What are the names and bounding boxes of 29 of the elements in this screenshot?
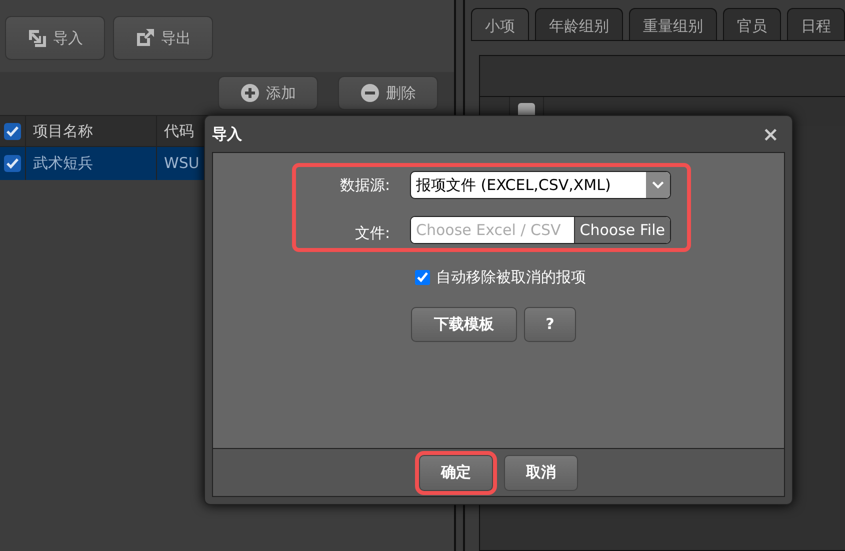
field-label: 数据源: bbox=[338, 174, 390, 196]
field-label: 文件: bbox=[354, 222, 390, 244]
tab[interactable]: 日程 bbox=[787, 8, 845, 40]
file-field[interactable]: Choose Excel / CSV Choose File bbox=[410, 216, 671, 244]
minus-circle-icon bbox=[360, 83, 380, 103]
close-button[interactable]: × bbox=[762, 119, 779, 149]
help-button[interactable]: ? bbox=[524, 306, 576, 342]
dialog-title: 导入 bbox=[212, 124, 242, 145]
tab[interactable]: 年龄组别 bbox=[535, 8, 623, 40]
column-header[interactable]: 代码 bbox=[164, 120, 194, 142]
checkbox[interactable] bbox=[415, 270, 430, 285]
delete-button[interactable]: 删除 bbox=[338, 76, 438, 110]
checkbox-label: 自动移除被取消的报项 bbox=[436, 267, 586, 288]
export-icon bbox=[135, 28, 155, 48]
import-icon bbox=[27, 28, 47, 48]
cancel-button[interactable]: 取消 bbox=[504, 454, 578, 490]
add-button[interactable]: 添加 bbox=[218, 76, 318, 110]
choose-file-button[interactable]: Choose File bbox=[574, 217, 670, 243]
table-cell-text: WSU bbox=[164, 153, 200, 174]
tab[interactable]: 小项 bbox=[471, 8, 529, 40]
import-button[interactable]: 导入 bbox=[5, 16, 105, 60]
column-header[interactable]: 项目名称 bbox=[33, 120, 93, 142]
tab[interactable]: 官员 bbox=[723, 8, 781, 40]
table-cell-text: 武术短兵 bbox=[33, 153, 93, 174]
export-button[interactable]: 导出 bbox=[113, 16, 213, 60]
source-select[interactable]: 报项文件 (EXCEL,CSV,XML) bbox=[410, 171, 671, 199]
download-template-button[interactable]: 下载模板 bbox=[411, 306, 517, 342]
plus-circle-icon bbox=[240, 83, 260, 103]
tab[interactable]: 重量组别 bbox=[629, 8, 717, 40]
